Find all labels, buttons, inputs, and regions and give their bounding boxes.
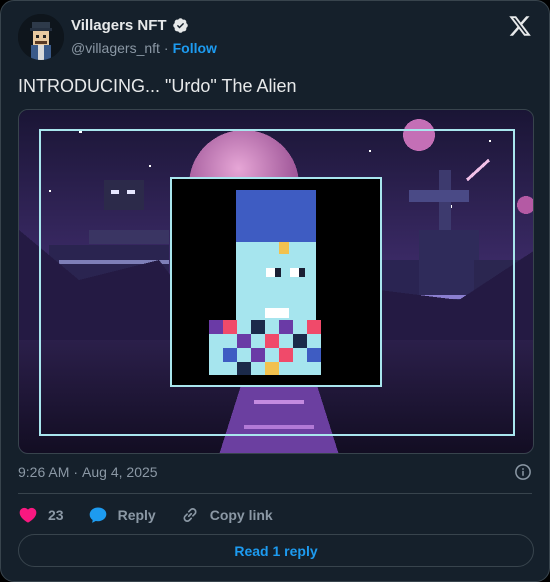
like-count: 23 xyxy=(48,507,64,523)
action-bar: 23 Reply Copy link xyxy=(18,503,297,527)
tweet-text: INTRODUCING... "Urdo" The Alien xyxy=(18,76,297,96)
heart-icon xyxy=(19,507,37,523)
link-icon xyxy=(183,508,197,522)
tweet-date[interactable]: Aug 4, 2025 xyxy=(82,464,158,480)
reply-bubble-icon xyxy=(89,507,106,523)
info-icon[interactable] xyxy=(514,463,532,481)
handle-row: @villagers_nft · Follow xyxy=(71,40,217,56)
timestamp[interactable]: 9:26 AM · Aug 4, 2025 xyxy=(18,464,158,480)
reply-label: Reply xyxy=(117,507,156,523)
display-name-row[interactable]: Villagers NFT xyxy=(71,17,189,34)
copy-link-label: Copy link xyxy=(209,507,273,523)
tweet-media-image[interactable] xyxy=(18,109,534,454)
follow-button[interactable]: Follow xyxy=(173,40,217,56)
verified-badge-icon xyxy=(172,18,188,33)
tweet-time[interactable]: 9:26 AM xyxy=(18,464,69,480)
read-replies-button[interactable]: Read 1 reply xyxy=(18,534,534,567)
divider xyxy=(18,493,532,494)
separator: · xyxy=(163,40,169,56)
avatar[interactable] xyxy=(18,14,64,60)
like-button[interactable]: 23 xyxy=(18,505,64,525)
copy-link-button[interactable]: Copy link xyxy=(180,505,273,525)
x-logo-icon[interactable] xyxy=(508,14,532,38)
handle[interactable]: @villagers_nft xyxy=(71,40,160,56)
tweet-embed-card: Villagers NFT @villagers_nft · Follow IN… xyxy=(0,0,550,582)
display-name[interactable]: Villagers NFT xyxy=(71,17,167,34)
reply-button[interactable]: Reply xyxy=(88,505,156,525)
timestamp-separator: · xyxy=(73,464,79,480)
